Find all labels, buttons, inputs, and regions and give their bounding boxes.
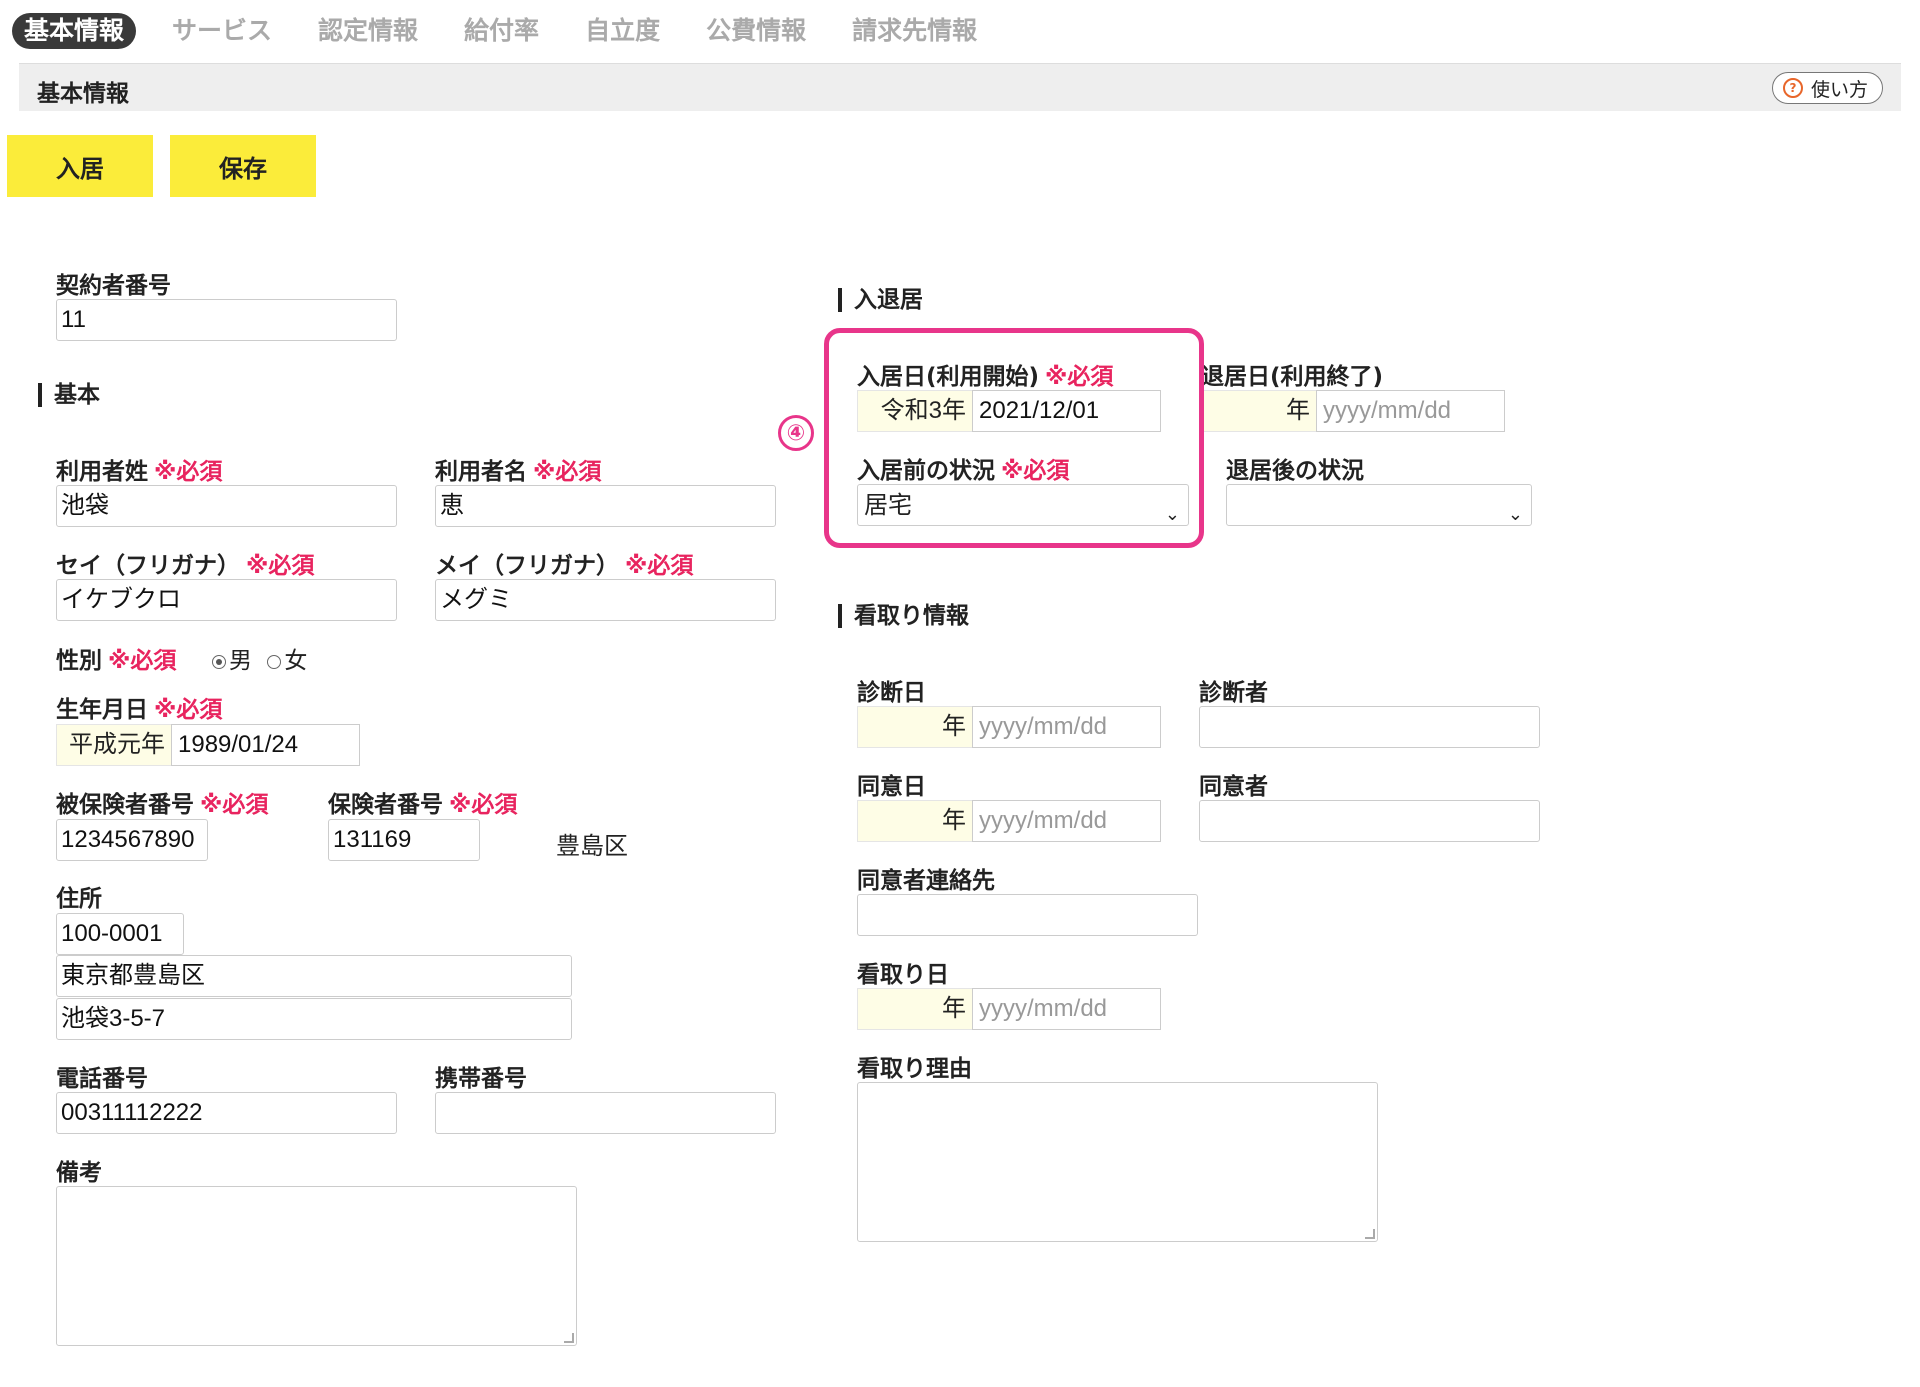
- diagnosis-era: 年: [857, 706, 972, 748]
- consent-date-label: 同意日: [857, 774, 926, 800]
- consenter-input[interactable]: [1199, 800, 1540, 842]
- gender-radio-group: 男 女: [212, 641, 307, 675]
- first-name-input[interactable]: 恵: [435, 485, 776, 527]
- care-heading: 看取り情報: [838, 604, 969, 628]
- tab-independence[interactable]: 自立度: [585, 13, 660, 49]
- insurer-no-input[interactable]: 131169: [328, 819, 480, 861]
- phone-label: 電話番号: [56, 1066, 148, 1092]
- care-date-field: 年 yyyy/mm/dd: [857, 988, 1161, 1030]
- move-out-date-input[interactable]: yyyy/mm/dd: [1316, 390, 1505, 432]
- tab-billing[interactable]: 請求先情報: [852, 13, 977, 49]
- section-header: 基本情報 ? 使い方: [19, 63, 1901, 111]
- gender-male-label: 男: [229, 648, 252, 674]
- consenter-label: 同意者: [1199, 774, 1268, 800]
- resize-grip-icon[interactable]: [564, 1333, 574, 1343]
- insured-no-label: 被保険者番号 ※必須: [56, 792, 269, 818]
- gender-label: 性別 ※必須: [56, 648, 177, 674]
- contract-no-label: 契約者番号: [56, 273, 171, 299]
- birthday-era: 平成元年: [56, 724, 171, 766]
- move-out-era: 年: [1201, 390, 1316, 432]
- notes-textarea[interactable]: [56, 1186, 577, 1346]
- mobile-input[interactable]: [435, 1092, 776, 1134]
- tab-certification[interactable]: 認定情報: [318, 13, 418, 49]
- section-title: 基本情報: [37, 81, 129, 107]
- address-label: 住所: [56, 886, 102, 912]
- last-kana-input[interactable]: イケブクロ: [56, 579, 397, 621]
- required-mark: ※必須: [200, 792, 269, 818]
- birthday-field: 平成元年 1989/01/24: [56, 724, 360, 766]
- insurer-name: 豊島区: [556, 832, 628, 860]
- address-line2-input[interactable]: 池袋3-5-7: [56, 998, 572, 1040]
- move-heading: 入退居: [838, 288, 923, 312]
- contract-no-input[interactable]: 11: [56, 299, 397, 341]
- diagnoser-input[interactable]: [1199, 706, 1540, 748]
- diagnoser-label: 診断者: [1199, 680, 1268, 706]
- move-out-date-field: 年 yyyy/mm/dd: [1201, 390, 1505, 432]
- address-line1-input[interactable]: 東京都豊島区: [56, 955, 572, 997]
- tab-service[interactable]: サービス: [172, 13, 272, 49]
- diagnosis-date-field: 年 yyyy/mm/dd: [857, 706, 1161, 748]
- last-kana-label: セイ（フリガナ） ※必須: [56, 553, 315, 579]
- after-status-select[interactable]: ⌄: [1226, 484, 1532, 526]
- first-kana-label: メイ（フリガナ） ※必須: [435, 553, 694, 579]
- care-reason-label: 看取り理由: [857, 1056, 972, 1082]
- consenter-contact-input[interactable]: [857, 894, 1198, 936]
- notes-label: 備考: [56, 1160, 102, 1186]
- birthday-input[interactable]: 1989/01/24: [171, 724, 360, 766]
- required-mark: ※必須: [108, 648, 177, 674]
- tab-benefit-rate[interactable]: 給付率: [464, 13, 539, 49]
- chevron-down-icon: ⌄: [1507, 504, 1523, 525]
- consent-date-input[interactable]: yyyy/mm/dd: [972, 800, 1161, 842]
- last-name-input[interactable]: 池袋: [56, 485, 397, 527]
- after-status-label: 退居後の状況: [1226, 458, 1364, 484]
- mobile-label: 携帯番号: [435, 1066, 527, 1092]
- consent-era: 年: [857, 800, 972, 842]
- move-out-date-label: 退居日(利用終了): [1201, 364, 1384, 390]
- diagnosis-date-label: 診断日: [857, 680, 926, 706]
- question-icon: ?: [1782, 78, 1803, 98]
- required-mark: ※必須: [154, 697, 223, 723]
- tab-basic-info[interactable]: 基本情報: [12, 13, 137, 49]
- diagnosis-date-input[interactable]: yyyy/mm/dd: [972, 706, 1161, 748]
- care-era: 年: [857, 988, 972, 1030]
- required-mark: ※必須: [449, 792, 518, 818]
- consenter-contact-label: 同意者連絡先: [857, 868, 995, 894]
- tab-public-expense[interactable]: 公費情報: [706, 13, 806, 49]
- annotation-highlight-box: [824, 328, 1204, 548]
- required-mark: ※必須: [625, 553, 694, 579]
- care-reason-textarea[interactable]: [857, 1082, 1378, 1242]
- required-mark: ※必須: [246, 553, 315, 579]
- care-date-label: 看取り日: [857, 962, 949, 988]
- first-name-label: 利用者名 ※必須: [435, 459, 602, 485]
- help-button[interactable]: ? 使い方: [1771, 72, 1883, 104]
- save-button[interactable]: 保存: [170, 135, 316, 197]
- basic-heading: 基本: [38, 383, 100, 407]
- tab-bar: 基本情報 サービス 認定情報 給付率 自立度 公費情報 請求先情報: [12, 12, 1023, 50]
- last-name-label: 利用者姓 ※必須: [56, 459, 223, 485]
- help-label: 使い方: [1810, 78, 1868, 101]
- gender-female-radio[interactable]: [267, 654, 282, 669]
- annotation-number: ④: [778, 415, 814, 451]
- consent-date-field: 年 yyyy/mm/dd: [857, 800, 1161, 842]
- required-mark: ※必須: [154, 459, 223, 485]
- care-date-input[interactable]: yyyy/mm/dd: [972, 988, 1161, 1030]
- postal-code-input[interactable]: 100-0001: [56, 913, 184, 955]
- phone-input[interactable]: 00311112222: [56, 1092, 397, 1134]
- insured-no-input[interactable]: 1234567890: [56, 819, 208, 861]
- required-mark: ※必須: [533, 459, 602, 485]
- gender-female-label: 女: [284, 648, 308, 674]
- birthday-label: 生年月日 ※必須: [56, 697, 223, 723]
- move-in-button[interactable]: 入居: [7, 135, 153, 197]
- insurer-no-label: 保険者番号 ※必須: [328, 792, 518, 818]
- gender-male-radio[interactable]: [212, 654, 226, 669]
- resize-grip-icon[interactable]: [1365, 1229, 1375, 1239]
- first-kana-input[interactable]: メグミ: [435, 579, 776, 621]
